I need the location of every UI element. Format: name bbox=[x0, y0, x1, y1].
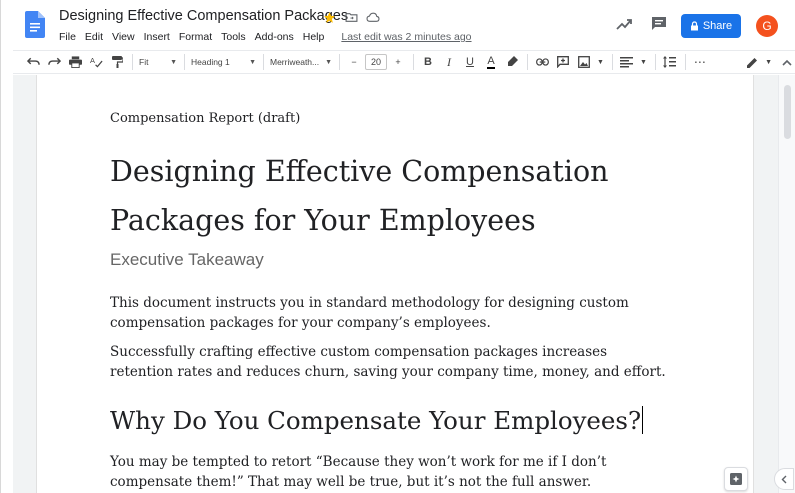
font-size-input[interactable]: 20 bbox=[365, 54, 387, 70]
highlight-icon[interactable] bbox=[504, 52, 520, 72]
paragraph-benefits[interactable]: Successfully crafting effective custom c… bbox=[110, 342, 670, 382]
vertical-scrollbar[interactable] bbox=[778, 75, 795, 493]
cloud-saved-icon[interactable] bbox=[366, 10, 380, 24]
insert-image-icon[interactable] bbox=[576, 52, 592, 72]
menu-tools[interactable]: Tools bbox=[221, 31, 246, 43]
font-select[interactable]: Merriweath... ▼ bbox=[270, 52, 332, 72]
decrease-font-size-button[interactable]: − bbox=[346, 52, 362, 72]
app-window: Designing Effective Compensation Package… bbox=[0, 0, 795, 493]
avatar[interactable]: G bbox=[756, 15, 778, 37]
activity-dashboard-icon[interactable] bbox=[616, 17, 632, 31]
text-color-icon: A bbox=[487, 55, 495, 69]
zoom-select[interactable]: Fit ▼ bbox=[139, 52, 177, 72]
toolbar-divider bbox=[527, 54, 528, 70]
toolbar-divider bbox=[654, 54, 656, 70]
document-heading-title[interactable]: Designing Effective Compensation Package… bbox=[110, 147, 670, 245]
menu-format[interactable]: Format bbox=[179, 31, 212, 43]
document-subtitle[interactable]: Compensation Report (draft) bbox=[110, 111, 300, 126]
scrollbar-thumb[interactable] bbox=[784, 85, 791, 139]
paragraph-intro[interactable]: This document instructs you in standard … bbox=[110, 293, 670, 333]
toolbar-divider bbox=[684, 54, 686, 70]
paint-format-icon[interactable] bbox=[109, 52, 125, 72]
chevron-down-icon[interactable]: ▼ bbox=[765, 59, 772, 66]
link-icon[interactable] bbox=[534, 52, 550, 72]
toolbar-divider bbox=[413, 54, 414, 70]
formatting-toolbar: A Fit ▼ Heading 1 ▼ Merriweath... ▼ − 20 + … bbox=[13, 50, 795, 74]
section-label[interactable]: Executive Takeaway bbox=[110, 250, 264, 270]
chevron-left-icon bbox=[781, 475, 787, 483]
toolbar-divider bbox=[339, 54, 340, 70]
title-bar: Designing Effective Compensation Package… bbox=[1, 0, 795, 48]
spellcheck-icon[interactable]: A bbox=[88, 52, 104, 72]
paragraph-retort[interactable]: You may be tempted to retort “Because th… bbox=[110, 452, 670, 492]
docs-logo-icon[interactable] bbox=[25, 11, 45, 38]
underline-button[interactable]: U bbox=[462, 52, 478, 72]
menu-edit[interactable]: Edit bbox=[85, 31, 103, 43]
menu-insert[interactable]: Insert bbox=[144, 31, 170, 43]
line-spacing-icon[interactable] bbox=[662, 52, 678, 72]
title-actions bbox=[322, 10, 380, 24]
heading-why-compensate[interactable]: Why Do You Compensate Your Employees? bbox=[110, 406, 644, 435]
collapse-icon[interactable] bbox=[778, 52, 795, 72]
svg-text:A: A bbox=[90, 56, 95, 65]
menu-bar: File Edit View Insert Format Tools Add-o… bbox=[59, 31, 472, 43]
menu-file[interactable]: File bbox=[59, 31, 76, 43]
align-icon[interactable] bbox=[619, 52, 635, 72]
redo-icon[interactable] bbox=[46, 52, 62, 72]
zoom-value: Fit bbox=[139, 57, 149, 67]
chevron-down-icon: ▼ bbox=[325, 58, 333, 66]
increase-font-size-button[interactable]: + bbox=[390, 52, 406, 72]
edit-mode-icon[interactable] bbox=[744, 52, 760, 72]
menu-addons[interactable]: Add-ons bbox=[255, 31, 294, 43]
heading-text: Why Do You Compensate Your Employees? bbox=[110, 406, 642, 435]
chevron-down-icon: ▼ bbox=[249, 58, 256, 66]
paragraph-style-select[interactable]: Heading 1 ▼ bbox=[191, 52, 256, 72]
undo-icon[interactable] bbox=[25, 52, 41, 72]
text-cursor bbox=[642, 406, 644, 434]
toolbar-divider bbox=[132, 54, 133, 70]
italic-button[interactable]: I bbox=[441, 52, 457, 72]
style-value: Heading 1 bbox=[191, 57, 230, 67]
share-label: Share bbox=[702, 20, 733, 32]
explore-icon bbox=[730, 473, 742, 485]
chevron-down-icon: ▼ bbox=[170, 58, 177, 66]
lock-icon bbox=[690, 21, 698, 31]
chevron-down-icon[interactable]: ▼ bbox=[640, 59, 647, 66]
move-folder-icon[interactable] bbox=[344, 10, 358, 24]
share-button[interactable]: Share bbox=[681, 14, 741, 38]
menu-help[interactable]: Help bbox=[303, 31, 325, 43]
side-panel-expand-button[interactable] bbox=[774, 468, 794, 490]
chevron-down-icon[interactable]: ▼ bbox=[597, 59, 604, 66]
bold-button[interactable]: B bbox=[420, 52, 436, 72]
font-value: Merriweath... bbox=[270, 57, 320, 67]
star-icon[interactable] bbox=[322, 10, 336, 24]
comment-history-icon[interactable] bbox=[651, 16, 667, 32]
add-comment-icon[interactable] bbox=[555, 52, 571, 72]
text-color-button[interactable]: A bbox=[483, 52, 499, 72]
print-icon[interactable] bbox=[67, 52, 83, 72]
explore-button[interactable] bbox=[724, 467, 748, 491]
last-edit-link[interactable]: Last edit was 2 minutes ago bbox=[341, 31, 471, 43]
menu-view[interactable]: View bbox=[112, 31, 135, 43]
toolbar-divider bbox=[184, 54, 185, 70]
more-icon[interactable]: ⋯ bbox=[692, 52, 708, 72]
document-title[interactable]: Designing Effective Compensation Package… bbox=[59, 8, 348, 24]
toolbar-divider bbox=[611, 54, 613, 70]
toolbar-divider bbox=[263, 54, 264, 70]
